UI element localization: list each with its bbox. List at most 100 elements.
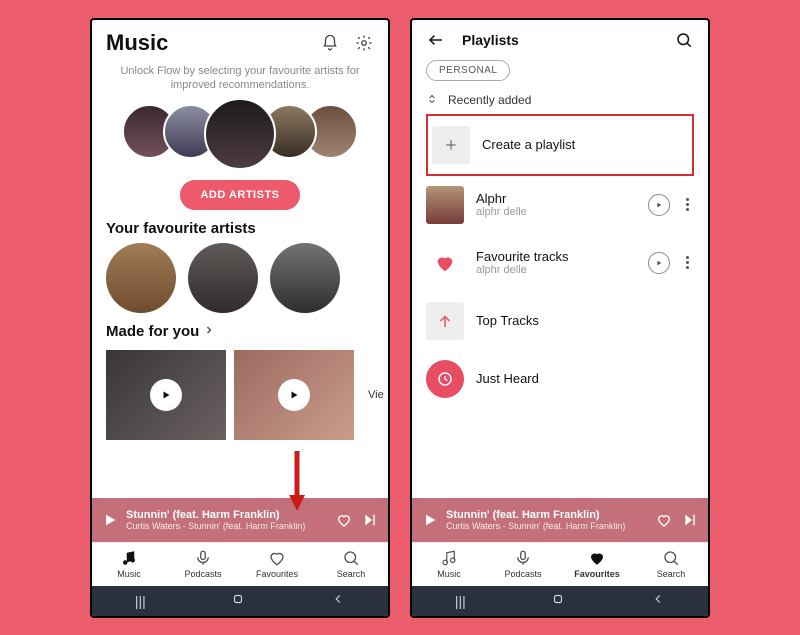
heart-icon[interactable] (336, 512, 352, 528)
np-title: Stunnin' (feat. Harm Franklin) (126, 509, 328, 521)
android-nav: ||| (92, 586, 388, 616)
search-icon (662, 549, 680, 567)
playlist-subtitle: alphr delle (476, 264, 636, 276)
playlist-item[interactable]: Just Heard (426, 350, 694, 408)
playlist-item[interactable]: Alphr alphr delle (426, 176, 694, 234)
bottom-tabs: Music Podcasts Favourites Search (412, 542, 708, 586)
section-label: Made for you (106, 323, 199, 340)
home-icon[interactable] (551, 592, 565, 609)
artist-avatar[interactable] (106, 243, 176, 313)
header: Playlists (412, 20, 708, 54)
play-icon[interactable] (648, 194, 670, 216)
playlist-title: Top Tracks (476, 313, 694, 328)
np-title: Stunnin' (feat. Harm Franklin) (446, 509, 648, 521)
playlist-title: Alphr (476, 191, 636, 206)
tab-podcasts[interactable]: Podcasts (486, 543, 560, 586)
gear-icon[interactable] (354, 33, 374, 53)
playlist-title: Just Heard (476, 371, 694, 386)
playlist-title: Favourite tracks (476, 249, 636, 264)
plus-icon (432, 126, 470, 164)
page-title: Playlists (462, 32, 519, 48)
heart-icon[interactable] (656, 512, 672, 528)
kebab-icon[interactable] (680, 256, 694, 269)
tab-label: Search (657, 569, 686, 579)
play-icon[interactable] (278, 379, 310, 411)
tab-favourites[interactable]: Favourites (240, 543, 314, 586)
made-for-you-row: Vie (92, 350, 388, 440)
artist-avatar[interactable] (188, 243, 258, 313)
phone-right: Playlists PERSONAL Recently added Create… (410, 18, 710, 618)
phone-left: Music Unlock Flow by selecting your favo… (90, 18, 390, 618)
chevron-right-icon (203, 323, 215, 340)
play-icon[interactable] (102, 512, 118, 528)
back-icon[interactable] (651, 592, 665, 609)
playlist-art (426, 186, 464, 224)
tab-label: Favourites (574, 569, 620, 579)
tab-label: Music (117, 569, 141, 579)
microphone-icon (194, 549, 212, 567)
artist-avatar[interactable] (270, 243, 340, 313)
home-icon[interactable] (231, 592, 245, 609)
play-icon[interactable] (422, 512, 438, 528)
tab-label: Music (437, 569, 461, 579)
play-icon[interactable] (150, 379, 182, 411)
mfy-card[interactable] (234, 350, 354, 440)
back-icon[interactable] (331, 592, 345, 609)
clock-icon (426, 360, 464, 398)
favourite-artists-row (92, 243, 388, 313)
section-made-for-you[interactable]: Made for you (92, 313, 388, 346)
next-track-icon[interactable] (682, 512, 698, 528)
chip-personal[interactable]: PERSONAL (426, 60, 510, 81)
create-label: Create a playlist (482, 137, 688, 152)
sort-label: Recently added (448, 93, 531, 107)
music-note-icon (440, 549, 458, 567)
artist-avatar[interactable] (204, 98, 276, 170)
heart-icon (426, 244, 464, 282)
tab-label: Podcasts (504, 569, 541, 579)
add-artists-button[interactable]: ADD ARTISTS (180, 180, 299, 210)
tab-favourites[interactable]: Favourites (560, 543, 634, 586)
heart-icon (268, 549, 286, 567)
android-nav: ||| (412, 586, 708, 616)
kebab-icon[interactable] (680, 198, 694, 211)
microphone-icon (514, 549, 532, 567)
playlist-item[interactable]: Favourite tracks alphr delle (426, 234, 694, 292)
tab-search[interactable]: Search (634, 543, 708, 586)
tab-label: Search (337, 569, 366, 579)
view-more[interactable]: Vie (362, 389, 384, 401)
now-playing-bar[interactable]: Stunnin' (feat. Harm Franklin) Curtis Wa… (92, 498, 388, 542)
playlist-subtitle: alphr delle (476, 206, 636, 218)
tab-podcasts[interactable]: Podcasts (166, 543, 240, 586)
sort-icon (426, 93, 438, 108)
np-subtitle: Curtis Waters - Stunnin' (feat. Harm Fra… (126, 521, 328, 531)
tab-music[interactable]: Music (92, 543, 166, 586)
recents-icon[interactable]: ||| (455, 593, 466, 609)
back-icon[interactable] (426, 30, 446, 50)
playlist-item[interactable]: Top Tracks (426, 292, 694, 350)
search-icon (342, 549, 360, 567)
np-subtitle: Curtis Waters - Stunnin' (feat. Harm Fra… (446, 521, 648, 531)
play-icon[interactable] (648, 252, 670, 274)
sort-row[interactable]: Recently added (412, 87, 708, 114)
artist-strip (92, 104, 388, 174)
mfy-card[interactable] (106, 350, 226, 440)
header: Music (92, 20, 388, 60)
music-note-icon (120, 549, 138, 567)
tab-label: Podcasts (184, 569, 221, 579)
create-playlist-button[interactable]: Create a playlist (432, 120, 688, 170)
search-icon[interactable] (674, 30, 694, 50)
arrow-up-icon (426, 302, 464, 340)
tab-music[interactable]: Music (412, 543, 486, 586)
page-title: Music (106, 30, 168, 56)
tab-label: Favourites (256, 569, 298, 579)
tutorial-highlight: Create a playlist (426, 114, 694, 176)
next-track-icon[interactable] (362, 512, 378, 528)
unlock-text: Unlock Flow by selecting your favourite … (92, 60, 388, 97)
bell-icon[interactable] (320, 33, 340, 53)
recents-icon[interactable]: ||| (135, 593, 146, 609)
now-playing-bar[interactable]: Stunnin' (feat. Harm Franklin) Curtis Wa… (412, 498, 708, 542)
tab-search[interactable]: Search (314, 543, 388, 586)
bottom-tabs: Music Podcasts Favourites Search (92, 542, 388, 586)
section-favourite-artists: Your favourite artists (92, 210, 388, 243)
heart-icon (588, 549, 606, 567)
